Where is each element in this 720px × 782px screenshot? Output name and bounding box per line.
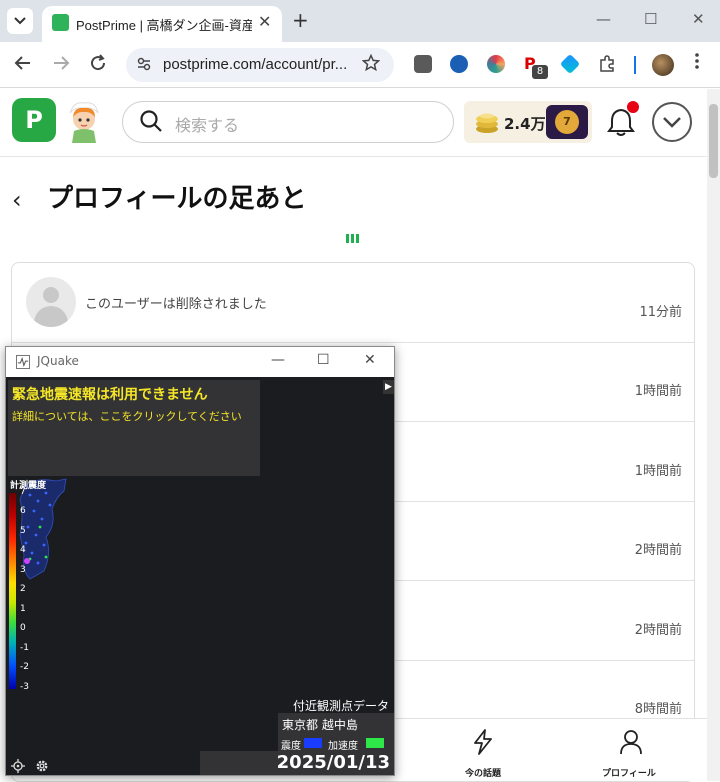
scale-tick-label: 6 [20, 506, 26, 516]
bottom-navigation: 今の話題 プロフィール [395, 718, 707, 781]
browser-toolbar: postprime.com/account/pr... P 8 [0, 42, 720, 88]
visit-time: 2時間前 [634, 623, 682, 638]
minimize-button[interactable]: — [596, 10, 611, 28]
tab-close-button[interactable]: ✕ [258, 12, 271, 31]
maximize-button[interactable]: ☐ [644, 10, 657, 28]
legend-intensity-label: 震度 [281, 741, 301, 752]
nav-trending-label[interactable]: 今の話題 [465, 766, 501, 779]
visit-time: 11分前 [639, 305, 682, 320]
chevron-down-icon [14, 17, 26, 25]
tab-search-button[interactable] [7, 8, 33, 34]
scale-tick-label: 5 [20, 526, 26, 536]
scale-tick-label: 0 [20, 623, 26, 633]
tab-title: PostPrime | 高橋ダン企画-資産形 [76, 18, 252, 33]
scale-tick-label: 7 [20, 487, 26, 497]
intensity-scale-title: 計測震度 [10, 481, 47, 491]
search-placeholder: 検索する [175, 116, 240, 135]
visitor-name: このユーザーは削除されました [85, 297, 267, 312]
visit-time: 8時間前 [634, 702, 682, 717]
browser-profile-avatar[interactable] [652, 54, 674, 76]
coin-amount: 2.4万 [504, 115, 546, 133]
page-title: プロフィールの足あと [47, 184, 307, 214]
jquake-timestamp: 2025/01/13 09:23:17 [200, 751, 394, 775]
rank-badge: 7 [546, 105, 588, 139]
postprime-favicon [52, 14, 69, 31]
chevron-down-icon [663, 117, 681, 128]
visit-time: 1時間前 [634, 384, 682, 399]
jquake-title: JQuake [37, 354, 79, 368]
site-header: P 検索する 2.4万 7 [0, 89, 707, 157]
notification-dot [627, 101, 639, 113]
eew-alert-title: 緊急地震速報は利用できません [12, 387, 208, 403]
search-icon [140, 110, 162, 132]
eew-alert-panel[interactable]: 緊急地震速報は利用できません 詳細については、ここをクリックしてください [8, 380, 260, 476]
account-menu-button[interactable] [652, 102, 692, 142]
address-bar[interactable]: postprime.com/account/pr... [126, 48, 394, 82]
browser-menu-icon[interactable] [694, 52, 700, 75]
scale-tick-label: 1 [20, 604, 26, 614]
scale-tick-label: -1 [20, 643, 29, 653]
lightning-icon[interactable] [471, 729, 495, 755]
reload-icon[interactable] [89, 54, 107, 77]
coin-stack-icon [476, 113, 498, 133]
scale-tick-label: 2 [20, 584, 26, 594]
jquake-app-icon [16, 355, 30, 369]
legend-acceleration-swatch [366, 738, 384, 748]
legend-intensity-swatch [304, 738, 322, 748]
page-scrollbar[interactable] [707, 89, 720, 781]
jquake-window[interactable]: JQuake — ☐ ✕ 緊急地震速報は利用できません 詳細については、ここをク… [5, 346, 395, 776]
scale-tick-label: 3 [20, 565, 26, 575]
browser-tab-active[interactable]: PostPrime | 高橋ダン企画-資産形 ✕ [42, 6, 282, 42]
extension-icon-4[interactable] [559, 53, 581, 75]
close-window-button[interactable]: ✕ [692, 10, 705, 28]
jquake-maximize-button[interactable]: ☐ [317, 352, 330, 368]
mascot-character-icon[interactable] [64, 99, 104, 143]
nav-profile-label[interactable]: プロフィール [602, 766, 656, 779]
back-button[interactable]: ‹ [12, 186, 22, 214]
extension-icon-3[interactable] [487, 55, 505, 73]
intensity-color-scale [9, 493, 16, 689]
jquake-titlebar[interactable]: JQuake — ☐ ✕ [6, 347, 394, 377]
loading-indicator [346, 234, 362, 244]
jquake-close-button[interactable]: ✕ [364, 352, 376, 368]
bookmark-star-icon[interactable] [361, 53, 381, 77]
station-name: 東京都 越中島 [282, 718, 358, 732]
scrollbar-thumb[interactable] [709, 104, 718, 178]
jquake-map-view[interactable]: 緊急地震速報は利用できません 詳細については、ここをクリックしてください ▶ 計… [6, 377, 394, 775]
postprime-logo[interactable]: P [12, 98, 56, 142]
new-tab-button[interactable]: + [292, 8, 309, 32]
visit-time: 2時間前 [634, 543, 682, 558]
play-triangle-icon[interactable]: ▶ [383, 380, 394, 394]
visit-time: 1時間前 [634, 464, 682, 479]
extension-icon-1[interactable] [414, 55, 432, 73]
forward-arrow-icon[interactable] [52, 54, 70, 77]
rank-medal-icon: 7 [555, 110, 579, 134]
scale-tick-label: -2 [20, 662, 29, 672]
locate-crosshair-icon[interactable] [11, 759, 25, 773]
avatar [26, 277, 76, 327]
extension-badge: 8 [532, 65, 548, 79]
settings-gear-icon[interactable] [35, 759, 49, 773]
site-info-icon[interactable] [136, 56, 152, 76]
coin-balance-widget[interactable]: 2.4万 7 [464, 101, 592, 143]
profile-icon[interactable] [619, 729, 643, 755]
scale-tick-label: -3 [20, 682, 29, 692]
jquake-minimize-button[interactable]: — [271, 352, 285, 368]
browser-tab-bar: PostPrime | 高橋ダン企画-資産形 ✕ + — ☐ ✕ [0, 0, 720, 42]
scale-tick-label: 4 [20, 545, 26, 555]
nearby-station-label: 付近観測点データ [293, 699, 390, 713]
list-item[interactable]: このユーザーは削除されました 11分前 [12, 263, 694, 343]
url-text: postprime.com/account/pr... [163, 56, 348, 73]
site-search-input[interactable]: 検索する [122, 101, 454, 143]
legend-acceleration-label: 加速度 [328, 741, 358, 752]
extensions-puzzle-icon[interactable] [598, 55, 616, 73]
eew-alert-detail-link[interactable]: 詳細については、ここをクリックしてください [12, 408, 242, 424]
back-arrow-icon[interactable] [14, 54, 32, 77]
toolbar-divider [634, 56, 636, 74]
extension-icon-2[interactable] [450, 55, 468, 73]
